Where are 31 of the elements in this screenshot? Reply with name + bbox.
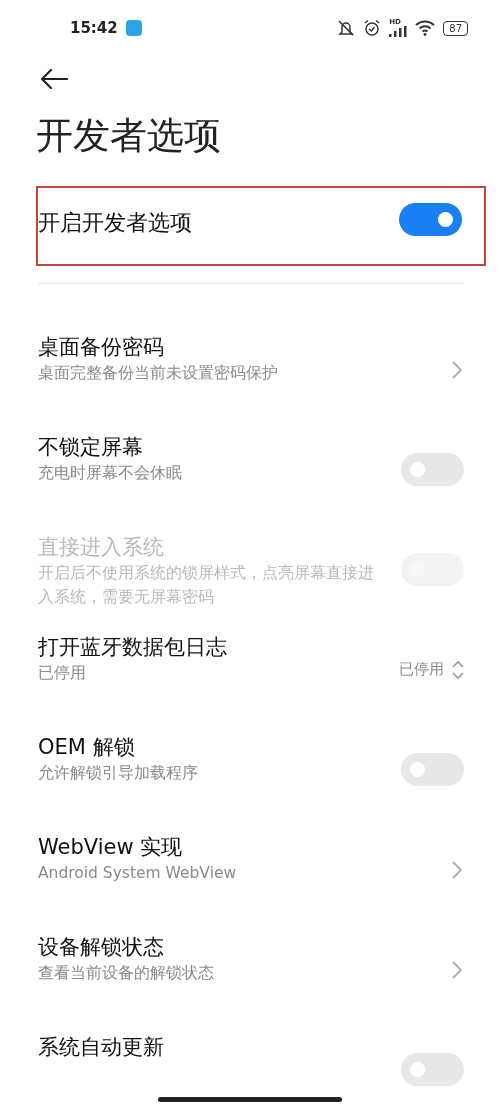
chevron-right-icon[interactable] [452, 960, 462, 979]
setting-subtitle: 已停用 [38, 663, 87, 684]
setting-title: 系统自动更新 [38, 1034, 165, 1061]
back-icon[interactable] [40, 67, 68, 90]
setting-subtitle: 桌面完整备份当前未设置密码保护 [38, 363, 279, 384]
setting-title: 桌面备份密码 [38, 334, 165, 361]
setting-subtitle: 允许解锁引导加载程序 [38, 763, 199, 784]
setting-subtitle: 开启后不使用系统的锁屏样式，点亮屏幕直接进入系统，需要无屏幕密码 [38, 563, 375, 608]
setting-title: WebView 实现 [38, 834, 184, 861]
battery-level: 87 [443, 20, 468, 36]
status-time: 15:42 [70, 17, 118, 39]
signal-icon [389, 26, 408, 37]
mute-icon [337, 19, 356, 37]
chevron-right-icon[interactable] [452, 360, 462, 379]
toggle-switch[interactable] [399, 203, 462, 236]
setting-title: 开启开发者选项 [38, 209, 192, 237]
setting-title: 不锁定屏幕 [38, 434, 144, 461]
setting-subtitle: 充电时屏幕不会休眠 [38, 463, 183, 484]
setting-title: OEM 解锁 [38, 734, 136, 761]
wifi-icon [415, 20, 436, 36]
alarm-icon [363, 19, 382, 37]
setting-title: 设备解锁状态 [38, 934, 165, 961]
setting-subtitle: Android System WebView [38, 863, 238, 884]
app-icon [125, 20, 142, 36]
setting-title: 直接进入系统 [38, 534, 165, 561]
dropdown-value[interactable]: 已停用 [399, 658, 444, 681]
up-down-icon[interactable] [452, 659, 464, 680]
chevron-right-icon[interactable] [452, 860, 462, 879]
setting-subtitle: 查看当前设备的解锁状态 [38, 963, 215, 984]
page-title: 开发者选项 [36, 113, 222, 159]
setting-title: 打开蓝牙数据包日志 [38, 634, 228, 661]
